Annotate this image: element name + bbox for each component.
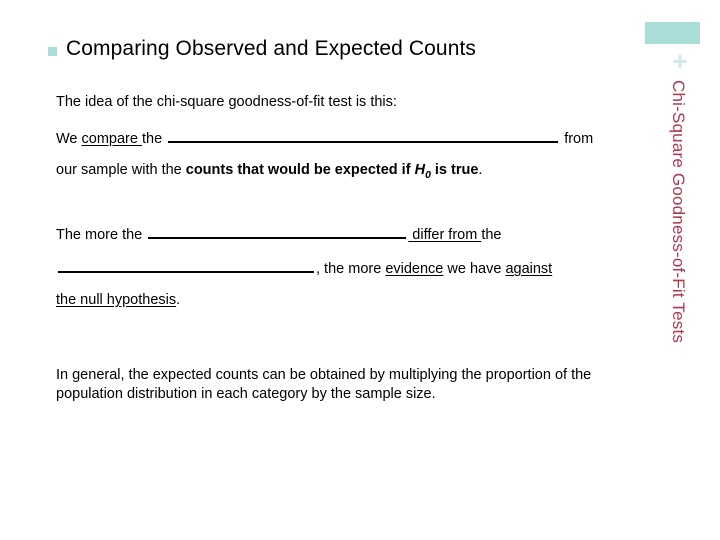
- s1-line2-bold2: is true: [430, 162, 479, 178]
- s2-part3: , the more: [316, 261, 386, 277]
- s1-part1: We: [56, 131, 82, 147]
- intro-line: The idea of the chi-square goodness-of-f…: [56, 94, 636, 128]
- s2-part5: .: [176, 292, 181, 308]
- s2-underlined-against: against: [505, 261, 553, 277]
- s2-underlined-null-hypothesis: the null hypothesis: [56, 292, 177, 308]
- plus-icon: +: [672, 46, 688, 76]
- paragraph-spacer-1: [56, 196, 636, 224]
- slide-title: Comparing Observed and Expected Counts: [48, 37, 600, 61]
- sentence2-line2: , the more evidence we have against: [56, 258, 636, 292]
- s1-part3: from: [560, 131, 594, 147]
- slide-canvas: Comparing Observed and Expected Counts T…: [0, 0, 720, 540]
- sentence1-line2: our sample with the counts that would be…: [56, 162, 636, 196]
- s1-line2-bold: counts that would be expected if: [185, 162, 415, 178]
- sentence2-line3: the null hypothesis.: [56, 292, 636, 326]
- s1-line2-end: .: [478, 162, 483, 178]
- intro-text: The idea of the chi-square goodness-of-f…: [56, 94, 397, 110]
- null-hypothesis-symbol: H0: [414, 162, 431, 181]
- sentence1-line1: We compare the from: [56, 128, 636, 162]
- sidebar: + Chi-Square Goodness-of-Fit Tests: [640, 0, 720, 540]
- s1-underlined-compare: compare: [81, 131, 142, 147]
- fill-in-blank-3[interactable]: [58, 258, 314, 273]
- s2-part2: the: [481, 227, 502, 243]
- sentence2-line1: The more the differ from the: [56, 224, 636, 258]
- fill-in-blank-1[interactable]: [168, 128, 559, 143]
- sidebar-teal-block: [645, 22, 700, 44]
- s2-underlined-differ: differ from: [408, 227, 482, 243]
- fill-in-blank-2[interactable]: [148, 224, 407, 239]
- s2-underlined-evidence: evidence: [385, 261, 444, 277]
- s1-part2: the: [141, 131, 167, 147]
- sidebar-vertical-title: Chi-Square Goodness-of-Fit Tests: [669, 80, 688, 344]
- bullet-square-icon: [48, 46, 57, 56]
- s2-part1: The more the: [56, 227, 147, 243]
- final-paragraph: In general, the expected counts can be o…: [56, 367, 592, 402]
- s1-line2-part1: our sample with the: [56, 162, 186, 178]
- s2-part4: we have: [443, 261, 506, 277]
- page-title: Comparing Observed and Expected Counts: [66, 37, 477, 60]
- slide-body: The idea of the chi-square goodness-of-f…: [56, 94, 636, 326]
